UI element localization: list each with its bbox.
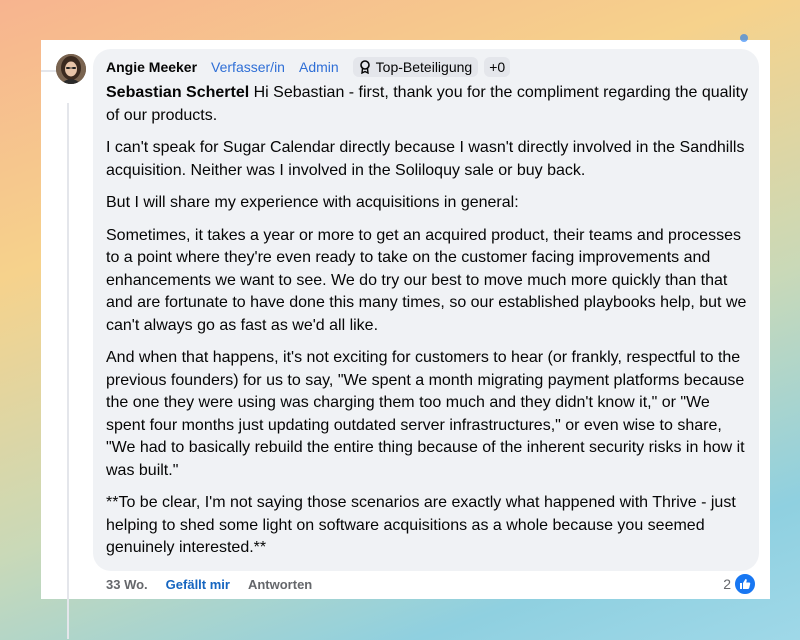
author-name[interactable]: Angie Meeker — [106, 59, 197, 75]
comment-text: Sebastian Schertel Hi Sebastian - first,… — [106, 82, 751, 570]
comment-paragraph: But I will share my experience with acqu… — [106, 194, 519, 211]
top-contributor-badge[interactable]: Top-Beteiligung — [352, 57, 479, 77]
comment-actions: 33 Wo. Gefällt mir Antworten — [106, 577, 312, 592]
role-badge-author: Verfasser/in — [211, 59, 285, 75]
mention-link[interactable]: Sebastian Schertel — [106, 84, 249, 101]
reaction-count: 2 — [723, 576, 731, 592]
comment-paragraph: Sebastian Schertel Hi Sebastian - first,… — [106, 82, 751, 127]
thread-connector — [41, 70, 56, 72]
like-button[interactable]: Gefällt mir — [166, 577, 230, 592]
thumbs-up-icon — [734, 573, 756, 595]
comment-paragraph: Sometimes, it takes a year or more to ge… — [106, 226, 747, 334]
thread-line — [67, 103, 69, 639]
role-badge-admin: Admin — [298, 59, 339, 75]
notification-dot — [740, 34, 748, 42]
comment-paragraph: **To be clear, I'm not saying those scen… — [106, 494, 736, 556]
comment-timestamp[interactable]: 33 Wo. — [106, 577, 148, 592]
comment-bubble: Angie Meeker Verfasser/in Admin Top-Bete… — [93, 49, 759, 571]
reply-button[interactable]: Antworten — [248, 577, 312, 592]
reaction-summary[interactable]: 2 — [723, 573, 756, 595]
avatar[interactable] — [56, 54, 86, 84]
medal-icon — [359, 60, 370, 74]
top-contributor-label: Top-Beteiligung — [375, 59, 473, 75]
comment-header: Angie Meeker Verfasser/in Admin Top-Bete… — [106, 56, 511, 78]
comment-paragraph: I can't speak for Sugar Calendar directl… — [106, 139, 745, 179]
avatar-image — [56, 54, 86, 84]
comment-card: Angie Meeker Verfasser/in Admin Top-Bete… — [41, 34, 770, 639]
comment-paragraph: And when that happens, it's not exciting… — [106, 349, 745, 479]
more-badges[interactable]: +0 — [484, 57, 511, 77]
